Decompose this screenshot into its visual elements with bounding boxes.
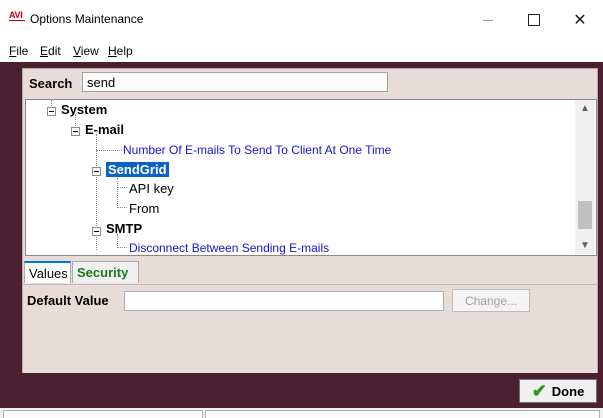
menu-view-rest: iew (80, 44, 99, 58)
status-segment (3, 410, 203, 418)
collapse-system-icon[interactable] (47, 107, 56, 116)
app-icon-underline (9, 20, 25, 24)
default-value-field[interactable] (124, 291, 444, 311)
tree-scrollbar[interactable]: ▲ ▼ (575, 100, 595, 254)
default-value-label: Default Value (27, 293, 109, 308)
tree-node-disconnect-between[interactable]: Disconnect Between Sending E-mails (129, 241, 329, 255)
tree-connector (117, 247, 127, 248)
tree-node-from[interactable]: From (129, 201, 159, 216)
tree-node-number-of-emails[interactable]: Number Of E-mails To Send To Client At O… (123, 143, 391, 157)
menu-bar: File Edit View Help (0, 40, 603, 62)
title-bar: AVI Options Maintenance ✕ (0, 0, 603, 40)
tree-node-smtp[interactable]: SMTP (106, 221, 142, 236)
maximize-icon (528, 14, 540, 26)
change-button[interactable]: Change... (452, 289, 530, 312)
close-icon: ✕ (573, 12, 587, 29)
status-segment (205, 410, 600, 418)
menu-help-accel: H (108, 44, 117, 58)
tab-security[interactable]: Security (72, 261, 139, 283)
menu-edit-accel: E (40, 44, 49, 58)
scroll-thumb[interactable] (578, 201, 592, 229)
tree-connector (96, 150, 122, 151)
tree-connector (117, 234, 118, 248)
menu-edit-rest: dit (48, 44, 61, 58)
status-bar (0, 408, 603, 418)
window-title: Options Maintenance (30, 12, 144, 26)
tree-node-email[interactable]: E-mail (85, 122, 124, 137)
avi-app-icon[interactable]: AVI (9, 10, 25, 26)
tree-connector (117, 187, 127, 188)
tree-connector (117, 207, 127, 208)
tree-node-api-key[interactable]: API key (129, 181, 174, 196)
check-icon: ✔ (531, 381, 547, 401)
scroll-down-icon[interactable]: ▼ (575, 237, 595, 254)
done-button[interactable]: ✔ Done (519, 379, 597, 403)
menu-file-rest: ile (16, 44, 29, 58)
menu-view[interactable]: View (73, 44, 99, 58)
minimize-button[interactable] (465, 0, 511, 40)
tree-node-sendgrid[interactable]: SendGrid (106, 162, 169, 177)
collapse-smtp-icon[interactable] (92, 227, 101, 236)
app-icon-text: AVI (9, 10, 23, 20)
search-input[interactable] (82, 72, 388, 92)
done-label: Done (551, 383, 585, 399)
menu-help[interactable]: Help (108, 44, 133, 58)
collapse-sendgrid-icon[interactable] (92, 167, 101, 176)
close-button[interactable]: ✕ (557, 0, 603, 40)
menu-view-accel: V (73, 44, 81, 58)
search-label: Search (29, 76, 73, 91)
collapse-email-icon[interactable] (71, 127, 80, 136)
menu-file[interactable]: File (9, 44, 28, 58)
tree-connector (117, 178, 118, 208)
options-tree[interactable]: System E-mail Number Of E-mails To Send … (25, 99, 597, 256)
tab-values[interactable]: Values (24, 261, 71, 283)
minimize-icon (483, 19, 493, 21)
menu-edit[interactable]: Edit (40, 44, 61, 58)
tree-node-system[interactable]: System (61, 102, 107, 117)
scroll-up-icon[interactable]: ▲ (575, 100, 595, 117)
maximize-button[interactable] (511, 0, 557, 40)
menu-help-rest: elp (116, 44, 133, 58)
